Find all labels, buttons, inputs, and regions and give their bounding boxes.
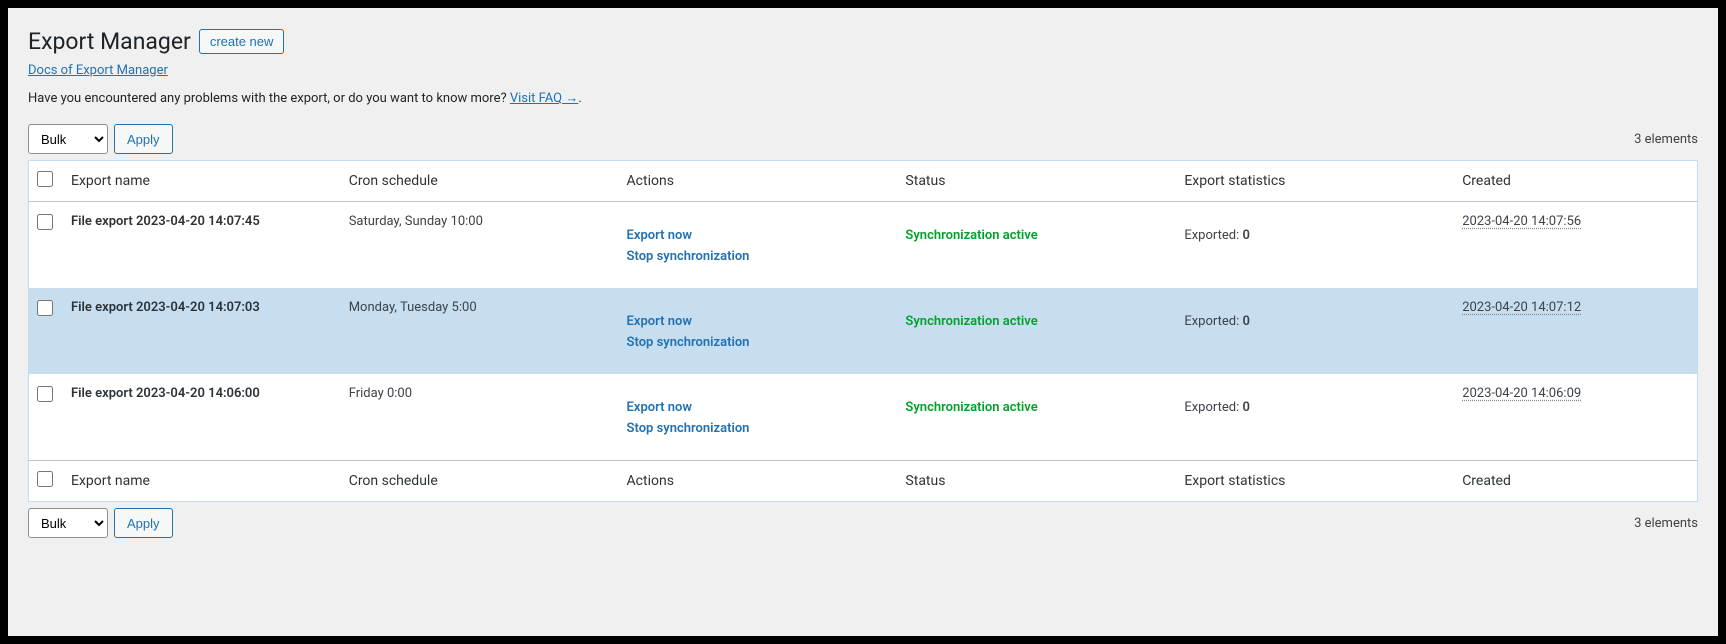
table-footer-row: Export name Cron schedule Actions Status… xyxy=(29,461,1698,502)
toolbar-top: Bulk Apply 3 elements xyxy=(28,124,1698,154)
elements-count-bottom: 3 elements xyxy=(1634,516,1698,531)
select-all-header xyxy=(29,161,62,202)
select-all-footer-checkbox[interactable] xyxy=(37,471,53,487)
export-name[interactable]: File export 2023-04-20 14:07:03 xyxy=(71,300,260,315)
col-created-footer[interactable]: Created xyxy=(1452,461,1697,502)
exported-label: Exported: xyxy=(1184,314,1242,329)
cron-cell: Saturday, Sunday 10:00 xyxy=(339,202,617,289)
created-cell: 2023-04-20 14:06:09 xyxy=(1452,374,1697,461)
col-name-header[interactable]: Export name xyxy=(61,161,339,202)
page-container: Export Manager create new Docs of Export… xyxy=(8,8,1718,636)
bulk-select[interactable]: Bulk xyxy=(28,124,108,154)
docs-link[interactable]: Docs of Export Manager xyxy=(28,63,168,78)
col-actions-footer: Actions xyxy=(617,461,896,502)
status-badge: Synchronization active xyxy=(905,400,1037,415)
export-now-link[interactable]: Export now xyxy=(627,228,886,243)
exported-stat: Exported: 0 xyxy=(1184,400,1250,415)
select-all-checkbox[interactable] xyxy=(37,171,53,187)
export-name-cell: File export 2023-04-20 14:06:00 xyxy=(61,374,339,461)
create-new-button[interactable]: create new xyxy=(199,29,285,54)
export-now-link[interactable]: Export now xyxy=(627,314,886,329)
table-header-row: Export name Cron schedule Actions Status… xyxy=(29,161,1698,202)
actions-cell: Export now Stop synchronization xyxy=(617,374,896,461)
col-created-header[interactable]: Created xyxy=(1452,161,1697,202)
bulk-select-bottom[interactable]: Bulk xyxy=(28,508,108,538)
table-row: File export 2023-04-20 14:07:03 Monday, T… xyxy=(29,288,1698,374)
exports-table: Export name Cron schedule Actions Status… xyxy=(28,160,1698,502)
exported-stat: Exported: 0 xyxy=(1184,314,1250,329)
created-cell: 2023-04-20 14:07:12 xyxy=(1452,288,1697,374)
exported-label: Exported: xyxy=(1184,400,1242,415)
stats-cell: Exported: 0 xyxy=(1174,374,1452,461)
page-title: Export Manager xyxy=(28,28,191,55)
export-now-link[interactable]: Export now xyxy=(627,400,886,415)
col-cron-footer[interactable]: Cron schedule xyxy=(339,461,617,502)
created-date: 2023-04-20 14:07:12 xyxy=(1462,300,1581,315)
col-stats-footer[interactable]: Export statistics xyxy=(1174,461,1452,502)
col-actions-header: Actions xyxy=(617,161,896,202)
export-name[interactable]: File export 2023-04-20 14:07:45 xyxy=(71,214,260,229)
created-cell: 2023-04-20 14:07:56 xyxy=(1452,202,1697,289)
row-checkbox[interactable] xyxy=(37,214,53,230)
exported-count: 0 xyxy=(1242,400,1249,415)
row-checkbox-cell xyxy=(29,288,62,374)
apply-button-bottom[interactable]: Apply xyxy=(114,508,173,538)
status-badge: Synchronization active xyxy=(905,228,1037,243)
row-checkbox[interactable] xyxy=(37,300,53,316)
status-cell: Synchronization active xyxy=(895,202,1174,289)
select-all-footer-cell xyxy=(29,461,62,502)
header: Export Manager create new xyxy=(28,28,1698,55)
col-cron-header[interactable]: Cron schedule xyxy=(339,161,617,202)
export-name-cell: File export 2023-04-20 14:07:03 xyxy=(61,288,339,374)
table-row: File export 2023-04-20 14:07:45 Saturday,… xyxy=(29,202,1698,289)
faq-prefix: Have you encountered any problems with t… xyxy=(28,91,510,106)
toolbar-bottom: Bulk Apply 3 elements xyxy=(28,508,1698,538)
status-badge: Synchronization active xyxy=(905,314,1037,329)
cron-cell: Friday 0:00 xyxy=(339,374,617,461)
faq-suffix: . xyxy=(578,91,581,106)
actions-cell: Export now Stop synchronization xyxy=(617,288,896,374)
stop-sync-link[interactable]: Stop synchronization xyxy=(627,335,886,350)
cron-cell: Monday, Tuesday 5:00 xyxy=(339,288,617,374)
col-status-footer[interactable]: Status xyxy=(895,461,1174,502)
col-status-header[interactable]: Status xyxy=(895,161,1174,202)
stats-cell: Exported: 0 xyxy=(1174,202,1452,289)
exported-label: Exported: xyxy=(1184,228,1242,243)
status-cell: Synchronization active xyxy=(895,288,1174,374)
elements-count: 3 elements xyxy=(1634,132,1698,147)
col-name-footer[interactable]: Export name xyxy=(61,461,339,502)
table-row: File export 2023-04-20 14:06:00 Friday 0:… xyxy=(29,374,1698,461)
created-date: 2023-04-20 14:07:56 xyxy=(1462,214,1581,229)
faq-link[interactable]: Visit FAQ → xyxy=(510,91,578,106)
export-name-cell: File export 2023-04-20 14:07:45 xyxy=(61,202,339,289)
row-checkbox[interactable] xyxy=(37,386,53,402)
stats-cell: Exported: 0 xyxy=(1174,288,1452,374)
exported-count: 0 xyxy=(1242,228,1249,243)
row-checkbox-cell xyxy=(29,374,62,461)
status-cell: Synchronization active xyxy=(895,374,1174,461)
exported-stat: Exported: 0 xyxy=(1184,228,1250,243)
bulk-controls: Bulk Apply xyxy=(28,124,173,154)
exported-count: 0 xyxy=(1242,314,1249,329)
actions-cell: Export now Stop synchronization xyxy=(617,202,896,289)
created-date: 2023-04-20 14:06:09 xyxy=(1462,386,1581,401)
row-checkbox-cell xyxy=(29,202,62,289)
apply-button[interactable]: Apply xyxy=(114,124,173,154)
bulk-controls-bottom: Bulk Apply xyxy=(28,508,173,538)
stop-sync-link[interactable]: Stop synchronization xyxy=(627,249,886,264)
col-stats-header[interactable]: Export statistics xyxy=(1174,161,1452,202)
export-name[interactable]: File export 2023-04-20 14:06:00 xyxy=(71,386,260,401)
faq-text: Have you encountered any problems with t… xyxy=(28,90,1698,106)
stop-sync-link[interactable]: Stop synchronization xyxy=(627,421,886,436)
